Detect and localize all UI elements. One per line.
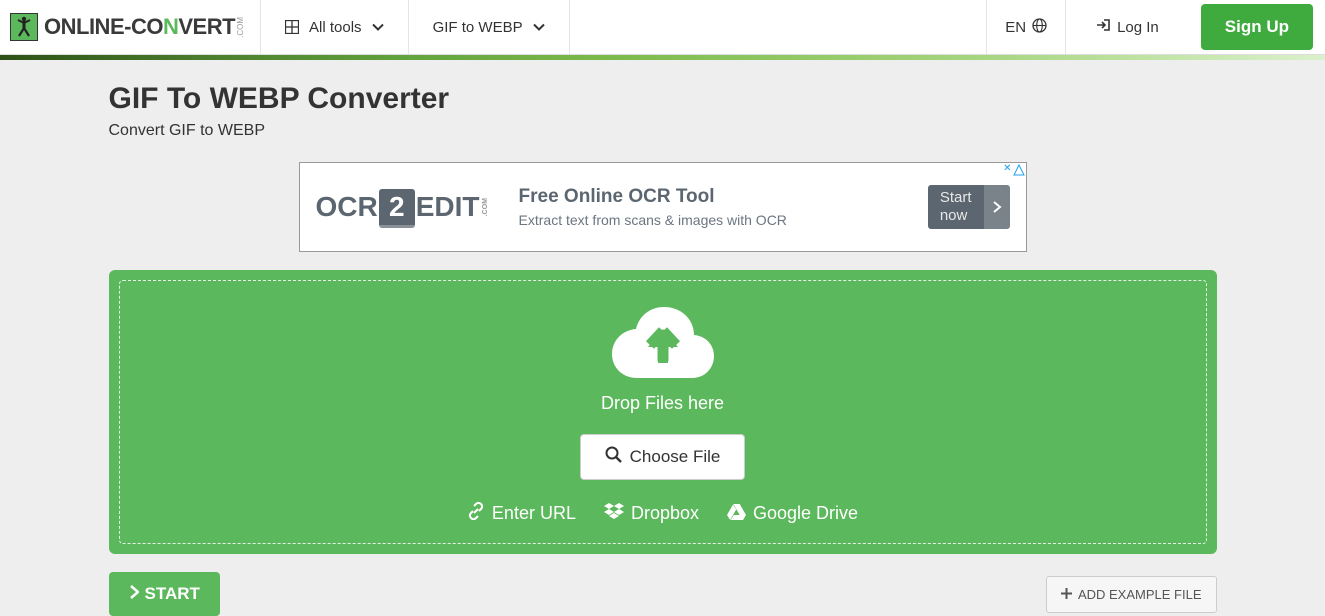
choose-file-label: Choose File — [630, 447, 721, 467]
source-links: Enter URL Dropbox Google Drive — [140, 502, 1186, 525]
globe-icon — [1032, 18, 1047, 37]
ad-info-icon[interactable] — [1013, 163, 1026, 176]
choose-file-button[interactable]: Choose File — [580, 434, 746, 480]
dropzone-inner: Drop Files here Choose File Enter URL — [119, 280, 1207, 544]
search-icon — [605, 446, 622, 468]
main-content: GIF To WEBP Converter Convert GIF to WEB… — [109, 60, 1217, 616]
add-example-button[interactable]: ADD EXAMPLE FILE — [1046, 576, 1217, 613]
nav-all-tools-label: All tools — [309, 19, 362, 36]
logo-suffix: .COM — [236, 17, 245, 38]
plus-icon — [1061, 587, 1072, 602]
chevron-right-icon — [129, 584, 139, 604]
ad-close-icon[interactable]: ✕ — [1003, 163, 1011, 175]
ad-cta-button[interactable]: Start now — [928, 185, 1010, 229]
action-row: START ADD EXAMPLE FILE — [109, 572, 1217, 616]
start-button[interactable]: START — [109, 572, 220, 616]
logo-icon — [10, 13, 38, 41]
google-drive-button[interactable]: Google Drive — [727, 502, 858, 525]
login-icon — [1096, 18, 1111, 36]
chevron-right-icon — [984, 185, 1010, 229]
login-label: Log In — [1117, 19, 1159, 36]
ad-description: Extract text from scans & images with OC… — [519, 212, 787, 228]
login-button[interactable]: Log In — [1065, 0, 1189, 54]
start-label: START — [145, 584, 200, 604]
ad-text: Free Online OCR Tool Extract text from s… — [519, 186, 787, 228]
dropbox-icon — [604, 502, 624, 525]
cloud-upload-icon — [608, 303, 718, 381]
dropbox-button[interactable]: Dropbox — [604, 502, 699, 525]
file-dropzone[interactable]: Drop Files here Choose File Enter URL — [109, 270, 1217, 554]
ad-logo: OCR2EDIT .COM — [316, 189, 489, 225]
enter-url-button[interactable]: Enter URL — [467, 502, 576, 525]
language-selector[interactable]: EN — [986, 0, 1065, 54]
chevron-down-icon — [533, 20, 545, 34]
chevron-down-icon — [372, 20, 384, 34]
signup-area: Sign Up — [1189, 0, 1325, 54]
nav-spacer — [569, 0, 987, 54]
nav-converter-label: GIF to WEBP — [433, 19, 523, 36]
link-icon — [467, 502, 485, 525]
page-title: GIF To WEBP Converter — [109, 82, 1217, 116]
signup-button[interactable]: Sign Up — [1201, 4, 1313, 50]
nav-converter[interactable]: GIF to WEBP — [408, 0, 569, 54]
drop-text: Drop Files here — [140, 393, 1186, 414]
add-example-label: ADD EXAMPLE FILE — [1078, 587, 1202, 602]
grid-icon — [285, 20, 299, 34]
google-drive-icon — [727, 503, 746, 525]
ad-title: Free Online OCR Tool — [519, 186, 787, 208]
page-subtitle: Convert GIF to WEBP — [109, 122, 1217, 140]
language-label: EN — [1005, 19, 1026, 36]
nav-all-tools[interactable]: All tools — [260, 0, 408, 54]
ad-banner[interactable]: OCR2EDIT .COM Free Online OCR Tool Extra… — [299, 162, 1027, 252]
logo[interactable]: ONLINE-CONVERT .COM — [0, 0, 260, 54]
logo-text: ONLINE-CONVERT — [44, 14, 235, 40]
main-header: ONLINE-CONVERT .COM All tools GIF to WEB… — [0, 0, 1325, 55]
